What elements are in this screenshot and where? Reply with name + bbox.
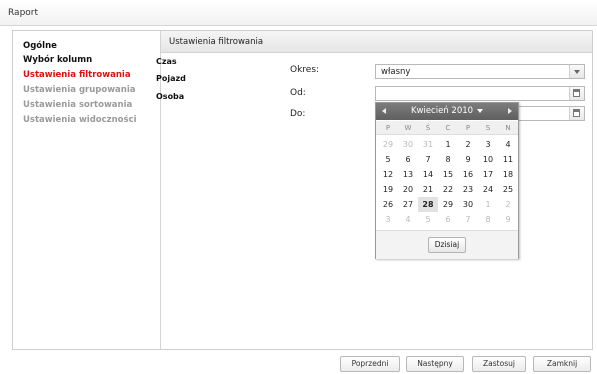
filter-tab-person[interactable]: Osoba — [156, 92, 184, 101]
weekday-label: N — [505, 124, 511, 132]
calendar-day[interactable]: 12 — [378, 167, 398, 182]
nav-item-general[interactable]: Ogólne — [23, 41, 57, 51]
calendar-day[interactable]: 3 — [378, 212, 398, 227]
weekday-label: Ś — [425, 124, 431, 132]
calendar-day[interactable]: 25 — [498, 182, 518, 197]
from-label: Od: — [290, 88, 306, 98]
month-selector[interactable]: Kwiecień 2010 — [376, 106, 518, 116]
nav-item-filter-settings[interactable]: Ustawienia filtrowania — [23, 70, 131, 80]
weekday-label: P — [465, 124, 471, 132]
calendar-day[interactable]: 27 — [398, 197, 418, 212]
calendar-day[interactable]: 5 — [378, 152, 398, 167]
calendar-day[interactable]: 29 — [378, 137, 398, 152]
from-date-input[interactable] — [375, 86, 585, 101]
section-header: Ustawienia filtrowania — [161, 31, 592, 53]
calendar-day[interactable]: 3 — [478, 137, 498, 152]
calendar-day[interactable]: 2 — [458, 137, 478, 152]
calendar-day[interactable]: 16 — [458, 167, 478, 182]
calendar-day[interactable]: 15 — [438, 167, 458, 182]
calendar-day[interactable]: 6 — [398, 152, 418, 167]
month-label: Kwiecień 2010 — [410, 106, 474, 116]
weekday-label: C — [445, 124, 451, 132]
calendar-day[interactable]: 22 — [438, 182, 458, 197]
calendar-day[interactable]: 20 — [398, 182, 418, 197]
title-bar: Raport — [0, 0, 597, 26]
calendar-day[interactable]: 14 — [418, 167, 438, 182]
calendar-day[interactable]: 1 — [478, 197, 498, 212]
calendar-day[interactable]: 9 — [458, 152, 478, 167]
calendar-day[interactable]: 23 — [458, 182, 478, 197]
calendar-day[interactable]: 8 — [478, 212, 498, 227]
calendar-day[interactable]: 17 — [478, 167, 498, 182]
calendar-day[interactable]: 5 — [418, 212, 438, 227]
calendar-day[interactable]: 11 — [498, 152, 518, 167]
settings-nav: Ogólne Wybór kolumn Ustawienia filtrowan… — [13, 31, 161, 349]
next-button[interactable]: Następny — [406, 356, 464, 372]
weekday-label: W — [404, 124, 412, 132]
calendar-day[interactable]: 7 — [458, 212, 478, 227]
report-window: Raport Ogólne Wybór kolumn Ustawienia fi… — [0, 0, 597, 374]
nav-item-columns[interactable]: Wybór kolumn — [23, 55, 92, 65]
section-title: Ustawienia filtrowania — [169, 37, 264, 47]
apply-button[interactable]: Zastosuj — [472, 356, 526, 372]
next-month-arrow-icon[interactable] — [508, 108, 512, 114]
calendar-day[interactable]: 4 — [398, 212, 418, 227]
calendar-day[interactable]: 9 — [498, 212, 518, 227]
today-button[interactable]: Dzisiaj — [428, 237, 466, 253]
period-value: własny — [381, 67, 411, 77]
window-title: Raport — [8, 8, 39, 18]
calendar-day[interactable]: 19 — [378, 182, 398, 197]
calendar-icon[interactable] — [569, 107, 584, 120]
calendar-day[interactable]: 30 — [458, 197, 478, 212]
calendar-day[interactable]: 10 — [478, 152, 498, 167]
to-label: Do: — [290, 109, 306, 119]
calendar-day[interactable]: 30 — [398, 137, 418, 152]
calendar-day[interactable]: 21 — [418, 182, 438, 197]
close-button[interactable]: Zamknij — [533, 356, 591, 372]
calendar-day-today[interactable]: 28 — [418, 197, 438, 212]
filter-tab-vehicle[interactable]: Pojazd — [156, 74, 186, 83]
caret-down-icon — [477, 108, 484, 113]
calendar-day[interactable]: 4 — [498, 137, 518, 152]
calendar-day[interactable]: 29 — [438, 197, 458, 212]
calendar-day[interactable]: 31 — [418, 137, 438, 152]
date-picker-footer: Dzisiaj — [376, 230, 518, 259]
weekday-header: PWŚCPSN — [376, 121, 518, 135]
date-picker: Kwiecień 2010 PWŚCPSN 29 30 31 1 2 3 4 5 6 7 8 9 10 1… — [375, 102, 519, 259]
calendar-day[interactable]: 24 — [478, 182, 498, 197]
nav-item-sorting-settings[interactable]: Ustawienia sortowania — [23, 100, 132, 110]
calendar-day[interactable]: 18 — [498, 167, 518, 182]
calendar-day[interactable]: 7 — [418, 152, 438, 167]
period-label: Okres: — [290, 65, 320, 75]
calendar-day[interactable]: 26 — [378, 197, 398, 212]
date-picker-header: Kwiecień 2010 — [376, 103, 518, 120]
period-select[interactable]: własny — [375, 64, 585, 79]
nav-item-grouping-settings[interactable]: Ustawienia grupowania — [23, 85, 136, 95]
filter-tab-time[interactable]: Czas — [156, 57, 177, 66]
weekday-label: P — [385, 124, 391, 132]
calendar-day[interactable]: 2 — [498, 197, 518, 212]
calendar-day[interactable]: 1 — [438, 137, 458, 152]
previous-button[interactable]: Poprzedni — [340, 356, 400, 372]
nav-item-visibility-settings[interactable]: Ustawienia widoczności — [23, 115, 137, 125]
calendar-icon[interactable] — [569, 87, 584, 100]
calendar-day[interactable]: 6 — [438, 212, 458, 227]
calendar-day[interactable]: 13 — [398, 167, 418, 182]
weekday-label: S — [485, 124, 491, 132]
calendar-day[interactable]: 8 — [438, 152, 458, 167]
chevron-down-icon[interactable] — [569, 65, 584, 78]
